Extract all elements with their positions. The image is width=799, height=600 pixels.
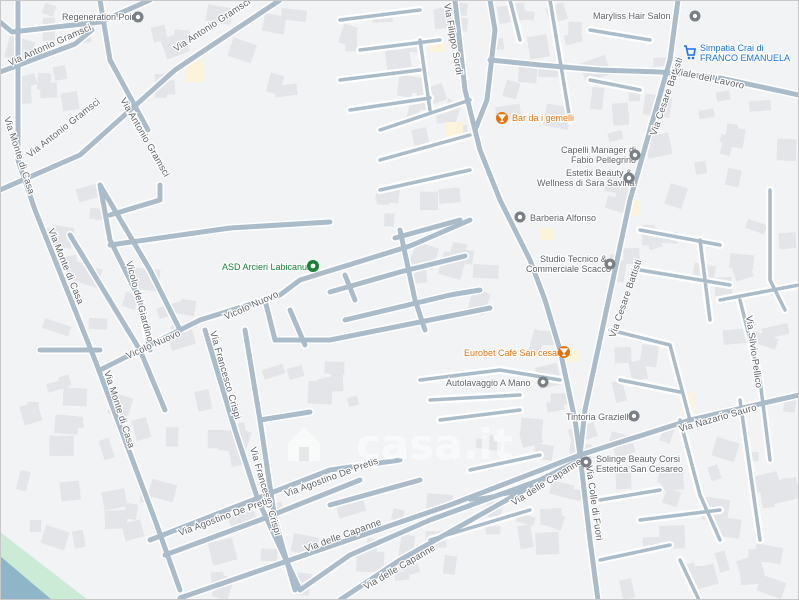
poi-label-line-1: Solinge Beauty Corsi (596, 454, 680, 464)
poi-regeneration-point[interactable]: Regeneration Point (61, 11, 144, 23)
poi-label-line-2: Wellness di Sara Savina (537, 178, 634, 188)
poi-label: Eurobet Café San cesareo (464, 348, 570, 358)
building-93 (179, 298, 197, 317)
poi-label: Bar da i gemelli (512, 113, 574, 123)
poi-studio-tecnico[interactable]: Studio Tecnico & Commerciale Scacco (525, 253, 616, 275)
building-115 (49, 435, 74, 457)
building-34 (383, 213, 395, 227)
poi-asd-arcieri[interactable]: ASD Arcieri Labicanum (221, 260, 319, 273)
building-229 (695, 565, 711, 577)
poi-label: Maryliss Hair Salon (593, 11, 671, 21)
map-canvas[interactable]: casa.it Via Antonio Gramsci Via Antonio … (0, 0, 799, 600)
poi-label: ASD Arcieri Labicanum (222, 262, 315, 272)
place-icon (604, 258, 616, 270)
poi-label: Autolavaggio A Mano (446, 378, 531, 388)
poi-label-line-2: FRANCO EMANUELA (700, 53, 790, 63)
poi-label-line-1: Studio Tecnico & (540, 254, 607, 264)
building-70 (694, 160, 708, 175)
poi-solinge-beauty[interactable]: Solinge Beauty Corsi Estetica San Cesare… (580, 453, 684, 475)
building-118 (29, 519, 42, 533)
building-131 (104, 510, 128, 530)
highlighted-parcel-3 (540, 228, 554, 240)
place-icon (629, 149, 641, 161)
poi-eurobet-cafe[interactable]: Eurobet Café San cesareo (463, 346, 571, 359)
building-120 (27, 401, 39, 413)
poi-label-line-2: Commerciale Scacco (526, 264, 611, 274)
building-7 (60, 91, 80, 112)
place-icon (514, 211, 526, 223)
building-30 (419, 191, 439, 211)
building-134 (472, 264, 499, 280)
place-icon (132, 11, 144, 23)
place-icon (689, 10, 701, 22)
place-icon (623, 172, 635, 184)
poi-label-line-1: Capelli Manager di (561, 145, 636, 155)
building-117 (62, 387, 88, 407)
building-49 (590, 86, 605, 110)
building-8 (39, 82, 58, 99)
cocktail-icon (558, 346, 570, 358)
building-48 (526, 34, 550, 60)
building-54 (611, 102, 630, 126)
poi-label-line-2: Estetica San Cesareo (596, 464, 683, 474)
poi-label-line-1: Estetix Beauty & (566, 168, 632, 178)
building-128 (165, 427, 179, 447)
building-64 (776, 138, 797, 162)
building-29 (438, 187, 461, 204)
building-84 (88, 317, 108, 330)
building-150 (614, 346, 632, 364)
poi-label-line-1: Simpatia Crai di (700, 43, 764, 53)
building-110 (59, 480, 81, 502)
building-75 (748, 99, 772, 112)
poi-label: Barberia Alfonso (530, 213, 596, 223)
building-192 (485, 526, 501, 535)
park-icon (307, 260, 319, 272)
building-1 (52, 64, 68, 81)
building-78 (778, 232, 797, 250)
watermark-text: casa.it (356, 420, 513, 469)
place-icon (537, 376, 549, 388)
place-icon (628, 410, 640, 422)
poi-label: Regeneration Point (62, 12, 140, 22)
poi-capelli-manager[interactable]: Capelli Manager di Fabio Pellegrino (560, 144, 641, 166)
place-icon (580, 456, 592, 468)
building-71 (729, 253, 755, 270)
building-157 (639, 344, 660, 368)
building-207 (442, 554, 458, 575)
poi-tintoria-graziella[interactable]: Tintoria Graziella (565, 410, 640, 423)
building-106 (307, 380, 333, 405)
building-107 (330, 369, 344, 392)
building-200 (535, 531, 560, 556)
poi-label-line-2: Fabio Pellegrino (571, 155, 636, 165)
cocktail-icon (496, 112, 508, 124)
building-219 (260, 548, 278, 562)
building-35 (345, 33, 358, 52)
poi-label: Tintoria Graziella (566, 412, 634, 422)
